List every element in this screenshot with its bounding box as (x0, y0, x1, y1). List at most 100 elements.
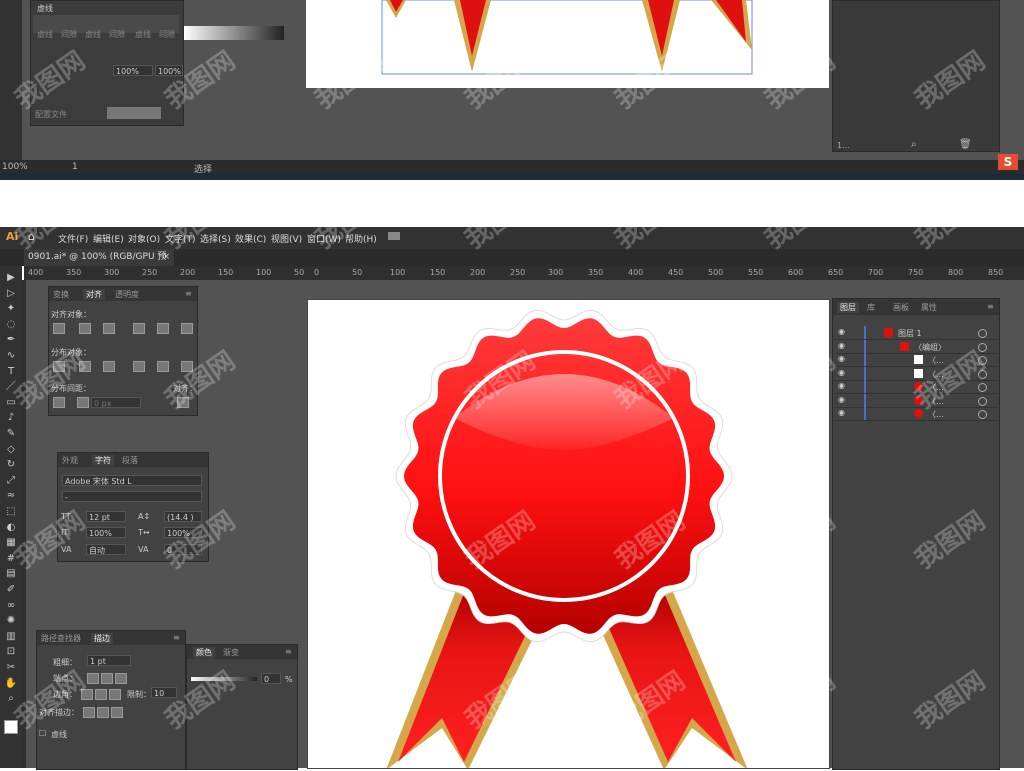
dash-checkbox-label[interactable]: 虚线 (37, 3, 53, 14)
target-circle-icon[interactable] (978, 396, 987, 406)
workspace-switcher-icon[interactable] (388, 232, 400, 240)
align-button-icon[interactable] (133, 323, 145, 334)
tracking-field[interactable]: 0 (164, 544, 202, 555)
cap-button-icon[interactable] (115, 673, 127, 684)
menu-window[interactable]: 窗口(W) (307, 232, 341, 245)
layer-row[interactable]: ◉ 图层 1 (834, 326, 998, 340)
menu-type[interactable]: 文字(T) (165, 232, 196, 245)
tab-artboards[interactable]: 画板 (893, 302, 909, 313)
tab-character[interactable]: 字符 (92, 455, 114, 466)
search-icon[interactable]: ⌕ (911, 139, 917, 150)
corner-button-icon[interactable] (81, 689, 93, 700)
align-button-icon[interactable] (103, 323, 115, 334)
pen-tool-icon[interactable]: ✒ (4, 334, 18, 346)
panel-menu-icon[interactable]: ≡ (173, 633, 180, 642)
font-size-field[interactable]: 12 pt (86, 511, 126, 522)
menu-file[interactable]: 文件(F) (58, 232, 88, 245)
tab-paragraph[interactable]: 段落 (122, 455, 138, 466)
warp-tool-icon[interactable]: ≈ (4, 490, 18, 502)
distribute-button-icon[interactable] (53, 361, 65, 372)
close-tab-icon[interactable]: × (162, 249, 170, 266)
tab-transparency[interactable]: 透明度 (115, 289, 139, 300)
magic-wand-tool-icon[interactable]: ✦ (4, 303, 18, 315)
visibility-eye-icon[interactable]: ◉ (838, 355, 846, 363)
document-tab[interactable]: 0901.ai* @ 100% (RGB/GPU 预览) × (24, 249, 174, 279)
visibility-eye-icon[interactable]: ◉ (838, 395, 846, 404)
panel-menu-icon[interactable]: ≡ (185, 289, 192, 298)
eraser-tool-icon[interactable]: ◇ (4, 444, 18, 456)
artboard-tool-icon[interactable]: ⊡ (4, 646, 18, 658)
zoom-field[interactable]: 100% (2, 162, 28, 172)
menu-select[interactable]: 选择(S) (200, 232, 231, 245)
ime-icon[interactable]: S (998, 154, 1018, 170)
align-button-icon[interactable] (53, 323, 65, 334)
distribute-button-icon[interactable] (157, 361, 169, 372)
paintbrush-tool-icon[interactable]: ♪ (4, 412, 18, 424)
award-badge-artwork[interactable] (308, 300, 829, 770)
stroke-align-button-icon[interactable] (97, 707, 109, 718)
free-transform-tool-icon[interactable]: ⬚ (4, 506, 18, 518)
mesh-tool-icon[interactable]: # (4, 553, 18, 565)
align-button-icon[interactable] (181, 323, 193, 334)
corner-button-icon[interactable] (109, 689, 121, 700)
menu-help[interactable]: 帮助(H) (345, 232, 377, 245)
pencil-tool-icon[interactable]: ✎ (4, 428, 18, 440)
shape-builder-tool-icon[interactable]: ◐ (4, 522, 18, 534)
color-value-field[interactable]: 0 (261, 673, 281, 684)
font-family-select[interactable]: Adobe 宋体 Std L (62, 475, 202, 486)
line-tool-icon[interactable]: ／ (4, 381, 18, 393)
target-circle-icon[interactable] (978, 356, 987, 365)
eyedropper-tool-icon[interactable]: ✐ (4, 584, 18, 596)
panel-menu-icon[interactable]: ≡ (987, 302, 994, 311)
font-style-select[interactable]: - (62, 491, 202, 502)
arrow-scale-start[interactable]: 100% (113, 65, 153, 76)
kerning-field[interactable]: 自动 (86, 544, 126, 555)
visibility-eye-icon[interactable]: ◉ (838, 368, 846, 377)
sublayer-row[interactable]: ◉ 〈... (834, 393, 998, 408)
spacing-button-icon[interactable] (53, 397, 65, 408)
sublayer-row[interactable]: ◉ 〈... (834, 407, 998, 421)
sublayer-row[interactable]: ◉ 〈... (834, 366, 998, 381)
visibility-eye-icon[interactable]: ◉ (838, 382, 846, 390)
symbol-sprayer-tool-icon[interactable]: ✺ (4, 615, 18, 627)
spacing-value-field[interactable]: 0 px (91, 397, 141, 408)
menu-edit[interactable]: 编辑(E) (93, 232, 124, 245)
target-circle-icon[interactable] (978, 383, 987, 392)
sublayer-row[interactable]: ◉ 〈... (834, 380, 998, 394)
sublayer-row[interactable]: ◉ 〈... (834, 353, 998, 367)
tab-transform[interactable]: 变换 (53, 289, 69, 300)
curvature-tool-icon[interactable]: ∿ (4, 350, 18, 362)
menu-effect[interactable]: 效果(C) (235, 232, 266, 245)
zoom-tool-icon[interactable]: ⌕ (4, 693, 18, 705)
panel-menu-icon[interactable]: ≡ (285, 647, 292, 656)
trash-icon[interactable]: 🗑 (959, 139, 972, 150)
distribute-button-icon[interactable] (181, 361, 193, 372)
type-tool-icon[interactable]: T (4, 366, 18, 378)
vertical-scale-field[interactable]: 100% (86, 527, 126, 538)
cap-button-icon[interactable] (87, 673, 99, 684)
visibility-eye-icon[interactable]: ◉ (838, 409, 846, 417)
direct-selection-tool-icon[interactable]: ▷ (4, 288, 18, 300)
leading-field[interactable]: (14.4 ) (164, 511, 202, 522)
cap-button-icon[interactable] (101, 673, 113, 684)
tab-color[interactable]: 颜色 (193, 647, 215, 658)
slice-tool-icon[interactable]: ✂ (4, 662, 18, 674)
arrow-scale-end[interactable]: 100% (155, 65, 183, 76)
horizontal-scale-field[interactable]: 100% (164, 527, 202, 538)
align-to-select-icon[interactable] (177, 397, 189, 408)
gradient-tool-icon[interactable]: ▤ (4, 568, 18, 580)
stroke-weight-field[interactable]: 1 pt (87, 655, 131, 666)
target-circle-icon[interactable] (978, 342, 987, 352)
artboard[interactable] (308, 300, 829, 770)
stroke-align-button-icon[interactable] (111, 707, 123, 718)
home-icon[interactable]: ⌂ (28, 230, 35, 243)
rectangle-tool-icon[interactable]: ▭ (4, 397, 18, 409)
fill-swatch[interactable] (4, 720, 18, 734)
rotate-tool-icon[interactable]: ↻ (4, 459, 18, 471)
align-button-icon[interactable] (157, 323, 169, 334)
corner-button-icon[interactable] (95, 689, 107, 700)
tab-stroke[interactable]: 描边 (91, 633, 113, 644)
tab-libraries[interactable]: 库 (867, 302, 875, 313)
tab-appearance[interactable]: 外观 (62, 455, 78, 466)
sublayer-row[interactable]: ◉ 〈编组〉 (834, 339, 998, 354)
